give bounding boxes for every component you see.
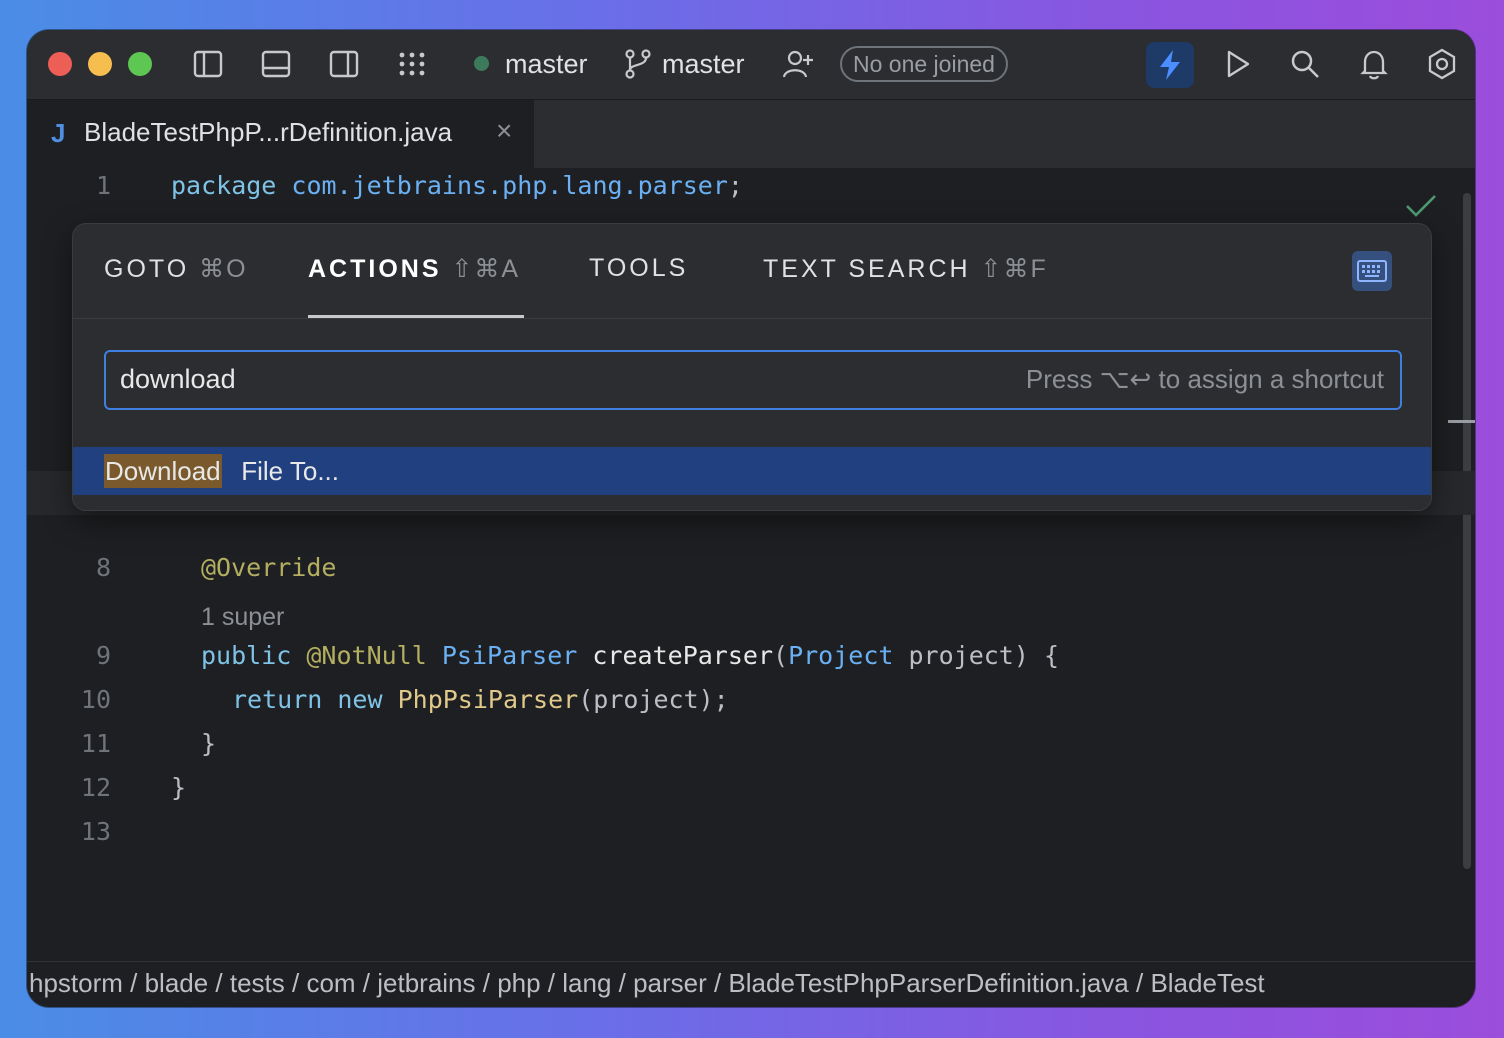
- run-icon[interactable]: [1220, 47, 1254, 81]
- line-number: 9: [95, 641, 111, 670]
- lightning-icon: [1160, 50, 1180, 80]
- settings-gear-icon[interactable]: [1425, 47, 1459, 81]
- annotation: @NotNull: [306, 641, 427, 670]
- no-problems-check-icon[interactable]: [1404, 193, 1438, 219]
- package-name: com.jetbrains.php.lang.parser: [291, 171, 728, 200]
- tab-label: TEXT SEARCH: [763, 255, 971, 283]
- code-rest: (project);: [578, 685, 729, 714]
- right-panel-icon[interactable]: [327, 47, 361, 81]
- result-label: File To...: [234, 456, 340, 486]
- divider: [73, 318, 1431, 319]
- code-rest: project) {: [893, 641, 1060, 670]
- list-item-selected[interactable]: Download File To...: [73, 447, 1431, 495]
- line-number: 10: [80, 685, 111, 714]
- inlay-hint-usages[interactable]: 1 super: [201, 603, 284, 632]
- line-number: 13: [80, 817, 111, 846]
- tab-actions[interactable]: ACTIONS ⇧⌘A: [308, 254, 520, 284]
- code-line-11: }: [201, 729, 217, 758]
- left-panel-icon[interactable]: [191, 47, 225, 81]
- tab-goto[interactable]: GOTO ⌘O: [104, 254, 248, 284]
- code-line-10: return new PhpPsiParser(project);: [232, 685, 729, 714]
- search-everywhere-popup: GOTO ⌘O ACTIONS ⇧⌘A TOOLS TEXT SEARCH ⇧⌘…: [72, 223, 1432, 511]
- keyword: public: [201, 641, 292, 670]
- tab-tools[interactable]: TOOLS: [589, 254, 688, 283]
- close-tab-icon[interactable]: ×: [496, 115, 512, 147]
- method-name: createParser: [592, 641, 774, 670]
- scrollbar-marker: [1448, 420, 1475, 423]
- shortcut-hint: Press ⌥↩ to assign a shortcut: [1025, 364, 1384, 394]
- project-branch-label[interactable]: master: [505, 46, 588, 82]
- paren: (: [773, 641, 789, 670]
- tab-label: TOOLS: [589, 254, 689, 282]
- search-field[interactable]: Press ⌥↩ to assign a shortcut: [104, 350, 1402, 410]
- annotation: @Override: [201, 553, 337, 582]
- keyword: return: [232, 685, 323, 714]
- add-user-icon[interactable]: [781, 47, 815, 81]
- collaboration-status-pill[interactable]: No one joined: [840, 46, 1008, 82]
- apps-grid-icon[interactable]: [395, 47, 429, 81]
- tab-shortcut: ⌘O: [199, 255, 248, 283]
- breadcrumb[interactable]: hpstorm / blade / tests / com / jetbrain…: [27, 961, 1475, 1007]
- notifications-bell-icon[interactable]: [1357, 47, 1391, 81]
- tab-shortcut: ⇧⌘F: [980, 255, 1048, 283]
- tab-label: GOTO: [104, 255, 190, 283]
- power-save-button[interactable]: [1146, 42, 1194, 88]
- editor-tab-active[interactable]: J BladeTestPhpP...rDefinition.java ×: [27, 100, 534, 168]
- keyword: package: [171, 171, 277, 200]
- maximize-window-button[interactable]: [128, 52, 152, 76]
- tab-shortcut: ⇧⌘A: [451, 255, 521, 283]
- ide-window: master master No one joined J BladeTestP…: [27, 30, 1475, 1007]
- line-number: 12: [80, 773, 111, 802]
- param-type: Project: [788, 641, 894, 670]
- status-dot-icon: [474, 56, 489, 71]
- vcs-branch-label[interactable]: master: [662, 46, 745, 82]
- search-icon[interactable]: [1288, 47, 1322, 81]
- minimize-window-button[interactable]: [88, 52, 112, 76]
- search-input[interactable]: [120, 360, 920, 398]
- line-number: 11: [80, 729, 111, 758]
- line-number: 1: [95, 171, 111, 200]
- keyword: new: [337, 685, 383, 714]
- breadcrumb-path[interactable]: hpstorm / blade / tests / com / jetbrain…: [29, 968, 1265, 999]
- code-line-12: }: [171, 773, 187, 802]
- semicolon: ;: [727, 171, 743, 200]
- code-line-9: public @NotNull PsiParser createParser(P…: [201, 641, 1059, 670]
- keyboard-shortcut-toggle-button[interactable]: [1352, 251, 1392, 291]
- bottom-panel-icon[interactable]: [259, 47, 293, 81]
- tab-text-search[interactable]: TEXT SEARCH ⇧⌘F: [763, 254, 1048, 284]
- editor-tab-bar: J BladeTestPhpP...rDefinition.java ×: [27, 100, 1475, 168]
- keyboard-icon: [1357, 260, 1387, 282]
- code-line-1: package com.jetbrains.php.lang.parser;: [171, 171, 743, 200]
- vertical-scrollbar[interactable]: [1463, 193, 1471, 869]
- vcs-branch-icon[interactable]: [621, 47, 655, 81]
- tab-filename: BladeTestPhpP...rDefinition.java: [84, 117, 453, 147]
- close-window-button[interactable]: [48, 52, 72, 76]
- type-name: PsiParser: [441, 641, 578, 670]
- title-bar: master master No one joined: [27, 30, 1475, 100]
- class-name: PhpPsiParser: [397, 685, 579, 714]
- line-number: 8: [95, 553, 111, 582]
- tab-label: ACTIONS: [308, 255, 442, 283]
- code-line-8: @Override: [201, 553, 336, 582]
- match-highlight: Download: [104, 454, 222, 488]
- java-file-icon: J: [51, 118, 66, 148]
